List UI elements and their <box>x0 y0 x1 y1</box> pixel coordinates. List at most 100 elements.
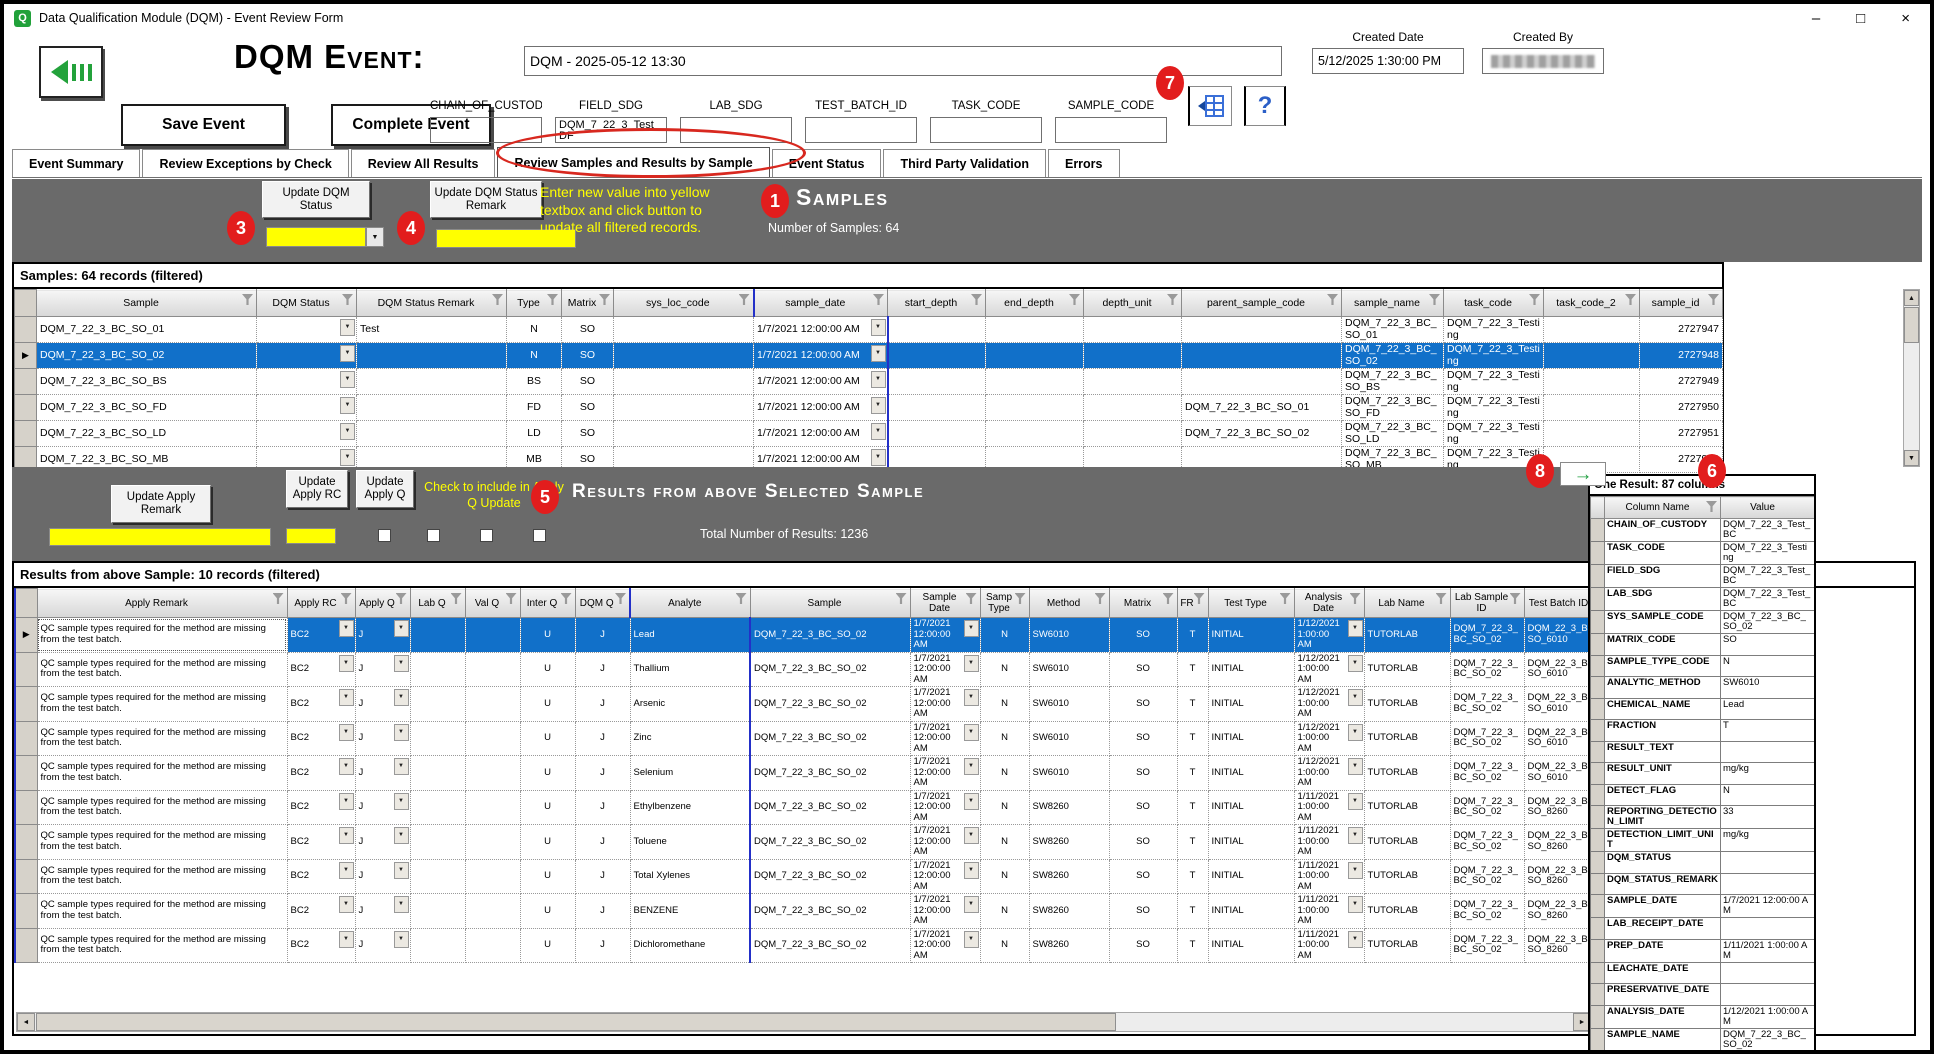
results-column-header[interactable]: Test Type <box>1208 589 1294 618</box>
one-result-row[interactable]: TASK_CODE DQM_7_22_3_Testing <box>1591 542 1815 565</box>
dropdown-button[interactable] <box>339 655 354 672</box>
filter-funnel-icon[interactable] <box>342 294 353 305</box>
apply-rc-cell[interactable]: BC2 <box>287 618 355 653</box>
row-selector[interactable] <box>1591 611 1605 634</box>
row-selector[interactable] <box>1591 763 1605 785</box>
dropdown-button[interactable] <box>394 793 409 810</box>
dropdown-button[interactable] <box>964 655 979 672</box>
dropdown-button[interactable] <box>394 724 409 741</box>
one-result-row[interactable]: PREP_DATE 1/11/2021 1:00:00 AM <box>1591 939 1815 962</box>
filter-funnel-icon[interactable] <box>615 593 626 604</box>
dropdown-button[interactable] <box>339 862 354 879</box>
row-selector[interactable] <box>1591 784 1605 806</box>
row-selector[interactable] <box>15 721 37 756</box>
apply-remark-cell[interactable]: QC sample types required for the method … <box>37 687 287 722</box>
filter-funnel-icon[interactable] <box>451 593 462 604</box>
apply-q-cell[interactable]: J <box>355 618 410 653</box>
scroll-up-arrow-icon[interactable] <box>1904 290 1919 306</box>
dropdown-button[interactable] <box>339 931 354 948</box>
dropdown-button[interactable] <box>964 758 979 775</box>
dropdown-button[interactable] <box>1348 827 1363 844</box>
one-result-row[interactable]: LAB_SDG DQM_7_22_3_Test_BC <box>1591 588 1815 611</box>
dropdown-button[interactable] <box>339 793 354 810</box>
filter-funnel-icon[interactable] <box>739 294 750 305</box>
apply-remark-update-input[interactable] <box>49 528 271 546</box>
tab[interactable]: Third Party Validation <box>883 149 1046 177</box>
filter-funnel-icon[interactable] <box>1350 593 1361 604</box>
dropdown-button[interactable] <box>964 724 979 741</box>
row-selector[interactable] <box>1591 741 1605 763</box>
filter-funnel-icon[interactable] <box>896 593 907 604</box>
dropdown-button[interactable] <box>340 371 355 388</box>
dropdown-button[interactable] <box>871 371 886 388</box>
analysis-date-cell[interactable]: 1/12/2021 1:00:00 AM <box>1294 618 1364 653</box>
row-selector[interactable] <box>15 652 37 687</box>
dropdown-button[interactable] <box>1348 655 1363 672</box>
update-apply-remark-button[interactable]: Update Apply Remark <box>111 485 211 523</box>
samples-column-header[interactable]: start_depth <box>888 290 986 317</box>
analysis-date-cell[interactable]: 1/11/2021 1:00:00 AM <box>1294 859 1364 894</box>
dropdown-button[interactable] <box>339 827 354 844</box>
filter-funnel-icon[interactable] <box>873 294 884 305</box>
results-column-header[interactable]: Sample <box>750 589 910 618</box>
sample-date-cell[interactable]: 1/7/2021 12:00:00 AM <box>910 790 980 825</box>
analysis-date-cell[interactable]: 1/12/2021 1:00:00 AM <box>1294 756 1364 791</box>
apply-rc-cell[interactable]: BC2 <box>287 928 355 963</box>
results-column-header[interactable]: Analysis Date <box>1294 589 1364 618</box>
result-row[interactable]: QC sample types required for the method … <box>15 721 1650 756</box>
dqm-status-update-value[interactable] <box>266 227 366 247</box>
sample-date-cell[interactable]: 1/7/2021 12:00:00 AM <box>910 618 980 653</box>
analysis-date-cell[interactable]: 1/11/2021 1:00:00 AM <box>1294 928 1364 963</box>
tab[interactable]: Event Status <box>772 149 882 177</box>
filter-funnel-icon[interactable] <box>341 593 352 604</box>
row-selector[interactable] <box>1591 655 1605 677</box>
result-row[interactable]: QC sample types required for the method … <box>15 652 1650 687</box>
filter-funnel-icon[interactable] <box>1280 593 1291 604</box>
dropdown-button[interactable] <box>340 319 355 336</box>
row-selector[interactable] <box>15 756 37 791</box>
one-result-row[interactable]: DQM_STATUS_REMARK <box>1591 873 1815 895</box>
header-field-input[interactable] <box>1055 117 1167 143</box>
header-field-input[interactable] <box>680 117 792 143</box>
scroll-left-arrow-icon[interactable] <box>17 1013 35 1031</box>
apply-q-include-checkbox[interactable] <box>533 529 546 542</box>
dropdown-button[interactable] <box>339 620 354 637</box>
dropdown-button[interactable] <box>340 397 355 414</box>
dropdown-button[interactable] <box>340 423 355 440</box>
apply-rc-cell[interactable]: BC2 <box>287 894 355 929</box>
sample-date-cell[interactable]: 1/7/2021 12:00:00 AM <box>910 721 980 756</box>
filter-funnel-icon[interactable] <box>396 593 407 604</box>
dropdown-button[interactable] <box>871 319 886 336</box>
filter-funnel-icon[interactable] <box>1436 593 1447 604</box>
value-header[interactable]: Value <box>1721 497 1815 519</box>
filter-funnel-icon[interactable] <box>242 294 253 305</box>
apply-remark-cell[interactable]: QC sample types required for the method … <box>37 756 287 791</box>
filter-funnel-icon[interactable] <box>1529 294 1540 305</box>
apply-q-cell[interactable]: J <box>355 894 410 929</box>
row-selector[interactable] <box>1591 806 1605 829</box>
row-selector[interactable] <box>1591 677 1605 699</box>
one-result-row[interactable]: ANALYTIC_METHOD SW6010 <box>1591 677 1815 699</box>
scrollbar-thumb[interactable] <box>1904 307 1919 343</box>
filter-funnel-icon[interactable] <box>1015 593 1026 604</box>
results-column-header[interactable]: Method <box>1029 589 1109 618</box>
apply-q-cell[interactable]: J <box>355 859 410 894</box>
row-selector[interactable] <box>1591 918 1605 940</box>
result-row[interactable]: QC sample types required for the method … <box>15 825 1650 860</box>
tab[interactable]: Review All Results <box>351 149 496 177</box>
filter-funnel-icon[interactable] <box>1069 294 1080 305</box>
sample-row[interactable]: DQM_7_22_3_BC_SO_02 N SO 1/7/2021 12:00:… <box>15 343 1723 369</box>
result-row[interactable]: QC sample types required for the method … <box>15 790 1650 825</box>
samples-column-header[interactable]: sample_id <box>1640 290 1723 317</box>
sample-row[interactable]: DQM_7_22_3_BC_SO_LD LD SO 1/7/2021 12:00… <box>15 421 1723 447</box>
results-column-header[interactable]: Lab Name <box>1364 589 1450 618</box>
dqm-status-cell[interactable] <box>257 421 357 447</box>
filter-funnel-icon[interactable] <box>1167 294 1178 305</box>
result-row[interactable]: QC sample types required for the method … <box>15 618 1650 653</box>
row-selector[interactable] <box>1591 565 1605 588</box>
one-result-row[interactable]: SAMPLE_DATE 1/7/2021 12:00:00 AM <box>1591 895 1815 918</box>
sample-date-cell[interactable]: 1/7/2021 12:00:00 AM <box>910 894 980 929</box>
filter-funnel-icon[interactable] <box>1194 593 1205 604</box>
results-column-header[interactable]: Apply RC <box>287 589 355 618</box>
apply-q-include-checkbox[interactable] <box>378 529 391 542</box>
